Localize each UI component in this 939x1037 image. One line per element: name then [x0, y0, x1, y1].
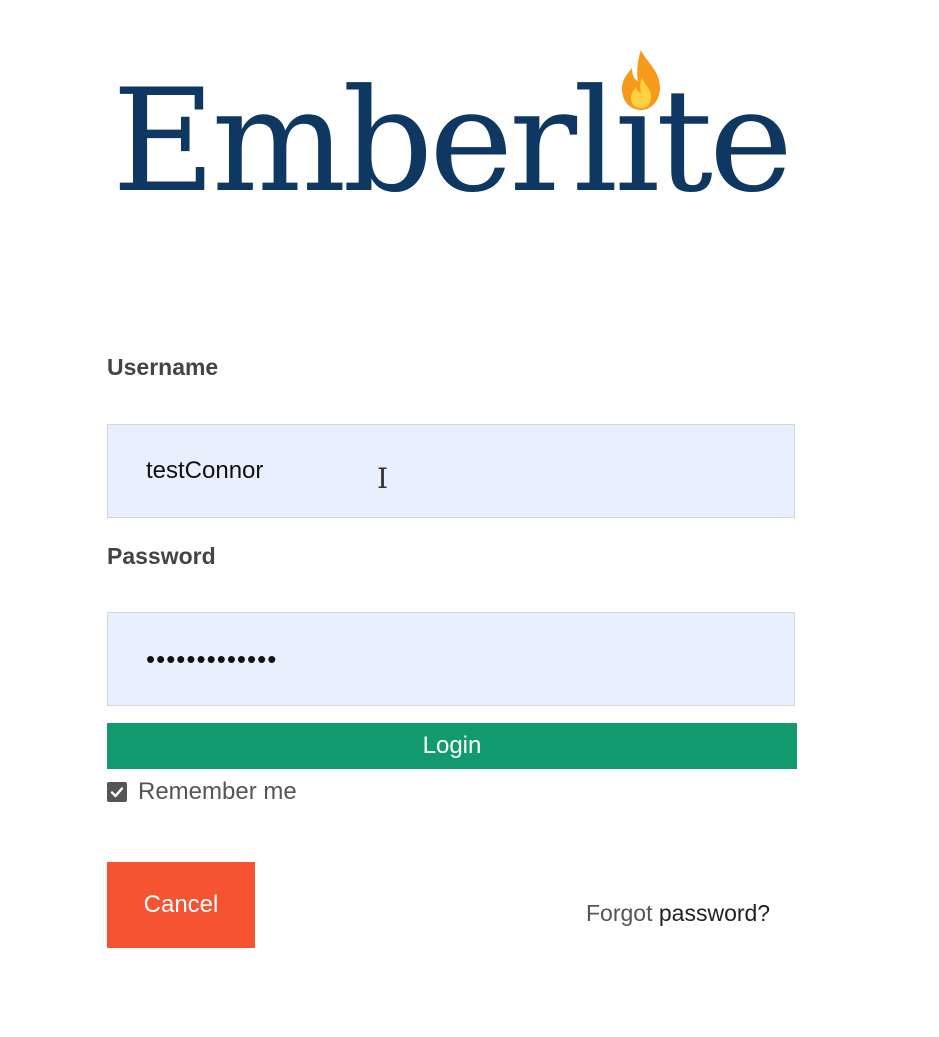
password-field[interactable] — [107, 612, 795, 706]
flame-icon — [622, 50, 660, 110]
logo: Emberlite — [112, 50, 812, 224]
forgot-link-word2: password? — [658, 900, 771, 926]
remember-me-row: Remember me — [107, 776, 297, 808]
forgot-password-link[interactable]: Forgot password? — [586, 900, 770, 927]
username-field[interactable] — [107, 424, 795, 518]
username-label: Username — [107, 354, 219, 380]
remember-me-checkbox[interactable] — [107, 782, 127, 802]
logo-text: Emberlite — [112, 59, 793, 224]
cancel-button[interactable]: Cancel — [107, 862, 255, 948]
checkmark-icon — [110, 787, 124, 798]
forgot-link-word1: Forgot — [586, 900, 653, 926]
login-button[interactable]: Login — [107, 723, 797, 769]
password-label: Password — [107, 543, 216, 569]
remember-me-label: Remember me — [138, 778, 297, 805]
